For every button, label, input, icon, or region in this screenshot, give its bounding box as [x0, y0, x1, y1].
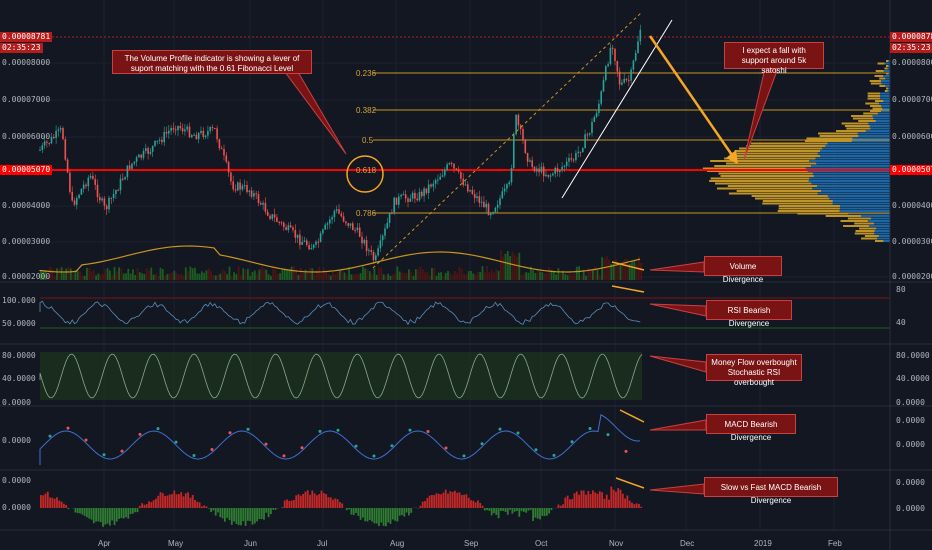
price-axis-right-label: 0.00003000 — [892, 237, 932, 246]
right-countdown-badge: 02:35:23 — [890, 43, 932, 53]
rsi-axis-right-label: 40 — [896, 318, 906, 327]
right-support-price-badge: 0.00005070 — [890, 165, 932, 175]
volume-pane — [39, 245, 643, 280]
callout-macd-divergence[interactable]: MACD Bearish Divergence — [706, 414, 796, 442]
fib-label-5: 0.5 — [362, 136, 374, 145]
current-price-badge: 0.00008781 — [0, 32, 53, 42]
macd-pane — [39, 414, 641, 465]
price-axis-left-label: 0.00003000 — [2, 237, 51, 246]
macd2-axis-left-label: 0.0000 — [2, 476, 31, 485]
countdown-badge: 02:35:23 — [0, 43, 43, 53]
callout-volume-profile[interactable]: The Volume Profile indicator is showing … — [112, 50, 312, 74]
callout-pointer-volume-profile — [284, 71, 347, 155]
macd2-axis-left-label: 0.0000 — [2, 503, 31, 512]
callout-slow-fast-macd[interactable]: Slow vs Fast MACD Bearish Divergence — [704, 477, 838, 505]
price-axis-left-label: 0.00008000 — [2, 58, 51, 67]
fib-label-618: 0.618 — [356, 166, 377, 175]
callout-mfi-overbought[interactable]: Money Flow overbought Stochastic RSI ove… — [706, 354, 802, 387]
price-axis-left-label: 0.00004000 — [2, 201, 51, 210]
support-price-badge: 0.00005070 — [0, 165, 53, 175]
time-axis-label: Apr — [98, 539, 111, 548]
macd-axis-right-label: 0.0000 — [896, 416, 925, 425]
price-axis-right-label: 0.00007000 — [892, 95, 932, 104]
callout-rsi-divergence[interactable]: RSI Bearish Divergence — [706, 300, 792, 328]
time-axis-label: Dec — [680, 539, 695, 548]
price-axis-left-label: 0.00007000 — [2, 95, 51, 104]
stoch-axis-left-label: 80.0000 — [2, 351, 36, 360]
time-axis-label: Jun — [244, 539, 257, 548]
slow-fast-macd-pane — [40, 486, 643, 527]
time-axis-label: Sep — [464, 539, 479, 548]
rsi-axis-right-label: 80 — [896, 285, 906, 294]
time-axis-label: Nov — [609, 539, 624, 548]
time-axis-label: Feb — [828, 539, 842, 548]
callout-volume-divergence[interactable]: Volume Divergence — [704, 256, 782, 284]
price-axis-right-label: 0.00008000 — [892, 58, 932, 67]
fib-label-786: 0.786 — [356, 209, 377, 218]
volume-profile — [702, 60, 890, 242]
stoch-axis-right-label: 40.0000 — [896, 374, 930, 383]
price-axis-left-label: 0.00006000 — [2, 132, 51, 141]
rsi-axis-left-label: 100.000 — [2, 296, 36, 305]
time-axis-label: Aug — [390, 539, 405, 548]
macd2-axis-right-label: 0.0000 — [896, 478, 925, 487]
time-axis-label: Jul — [317, 539, 328, 548]
callout-fall-expectation[interactable]: I expect a fall with support around 5k s… — [724, 42, 824, 75]
macd-axis-right-label: 0.0000 — [896, 440, 925, 449]
time-axis-label: May — [168, 539, 184, 548]
stochastic-rsi-pane — [39, 352, 643, 400]
price-axis-right-label: 0.00002000 — [892, 272, 932, 281]
fib-label-382: 0.382 — [356, 106, 377, 115]
stoch-axis-right-label: 80.0000 — [896, 351, 930, 360]
price-axis-right-label: 0.00006000 — [892, 132, 932, 141]
macd2-axis-right-label: 0.0000 — [896, 504, 925, 513]
fib-label-236: 0.236 — [356, 69, 377, 78]
price-axis-left-label: 0.00002000 — [2, 272, 51, 281]
rsi-axis-left-label: 50.0000 — [2, 319, 36, 328]
stoch-axis-left-label: 0.0000 — [2, 398, 31, 407]
time-axis-label: Oct — [535, 539, 548, 548]
stoch-axis-left-label: 40.0000 — [2, 374, 36, 383]
price-chart-canvas[interactable] — [0, 0, 932, 550]
price-axis-right-label: 0.00004000 — [892, 201, 932, 210]
right-current-price-badge: 0.00008781 — [890, 32, 932, 42]
time-axis-label: 2019 — [754, 539, 772, 548]
macd-axis-left-label: 0.0000 — [2, 436, 31, 445]
stoch-axis-right-label: 0.0000 — [896, 398, 925, 407]
divergence-pointers — [649, 261, 707, 495]
